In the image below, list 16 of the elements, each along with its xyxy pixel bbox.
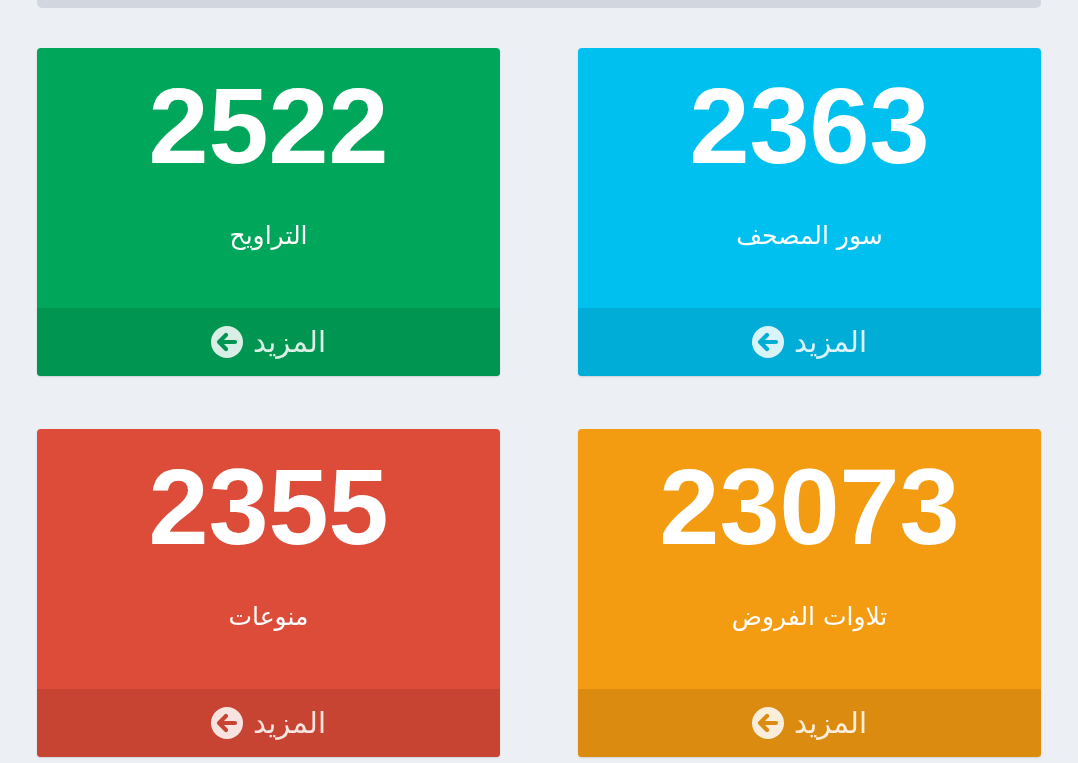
more-link[interactable]: المزيد [37,689,500,757]
arrow-left-circle-icon [211,707,244,739]
stat-label: منوعات [228,601,309,633]
arrow-left-circle-icon [752,326,785,358]
stat-label: تلاوات الفروض [731,601,888,634]
stat-value: 23073 [659,453,960,561]
stat-label: التراويح [229,220,308,253]
stat-value: 2522 [148,72,389,180]
arrow-left-circle-icon [752,707,785,739]
stat-value: 2355 [148,453,389,561]
more-link[interactable]: المزيد [578,308,1041,376]
more-link[interactable]: المزيد [578,689,1041,757]
stat-label: سور المصحف [736,220,883,252]
stat-value: 2363 [689,72,930,180]
arrow-left-circle-icon [211,326,244,358]
more-link[interactable]: المزيد [37,308,500,376]
